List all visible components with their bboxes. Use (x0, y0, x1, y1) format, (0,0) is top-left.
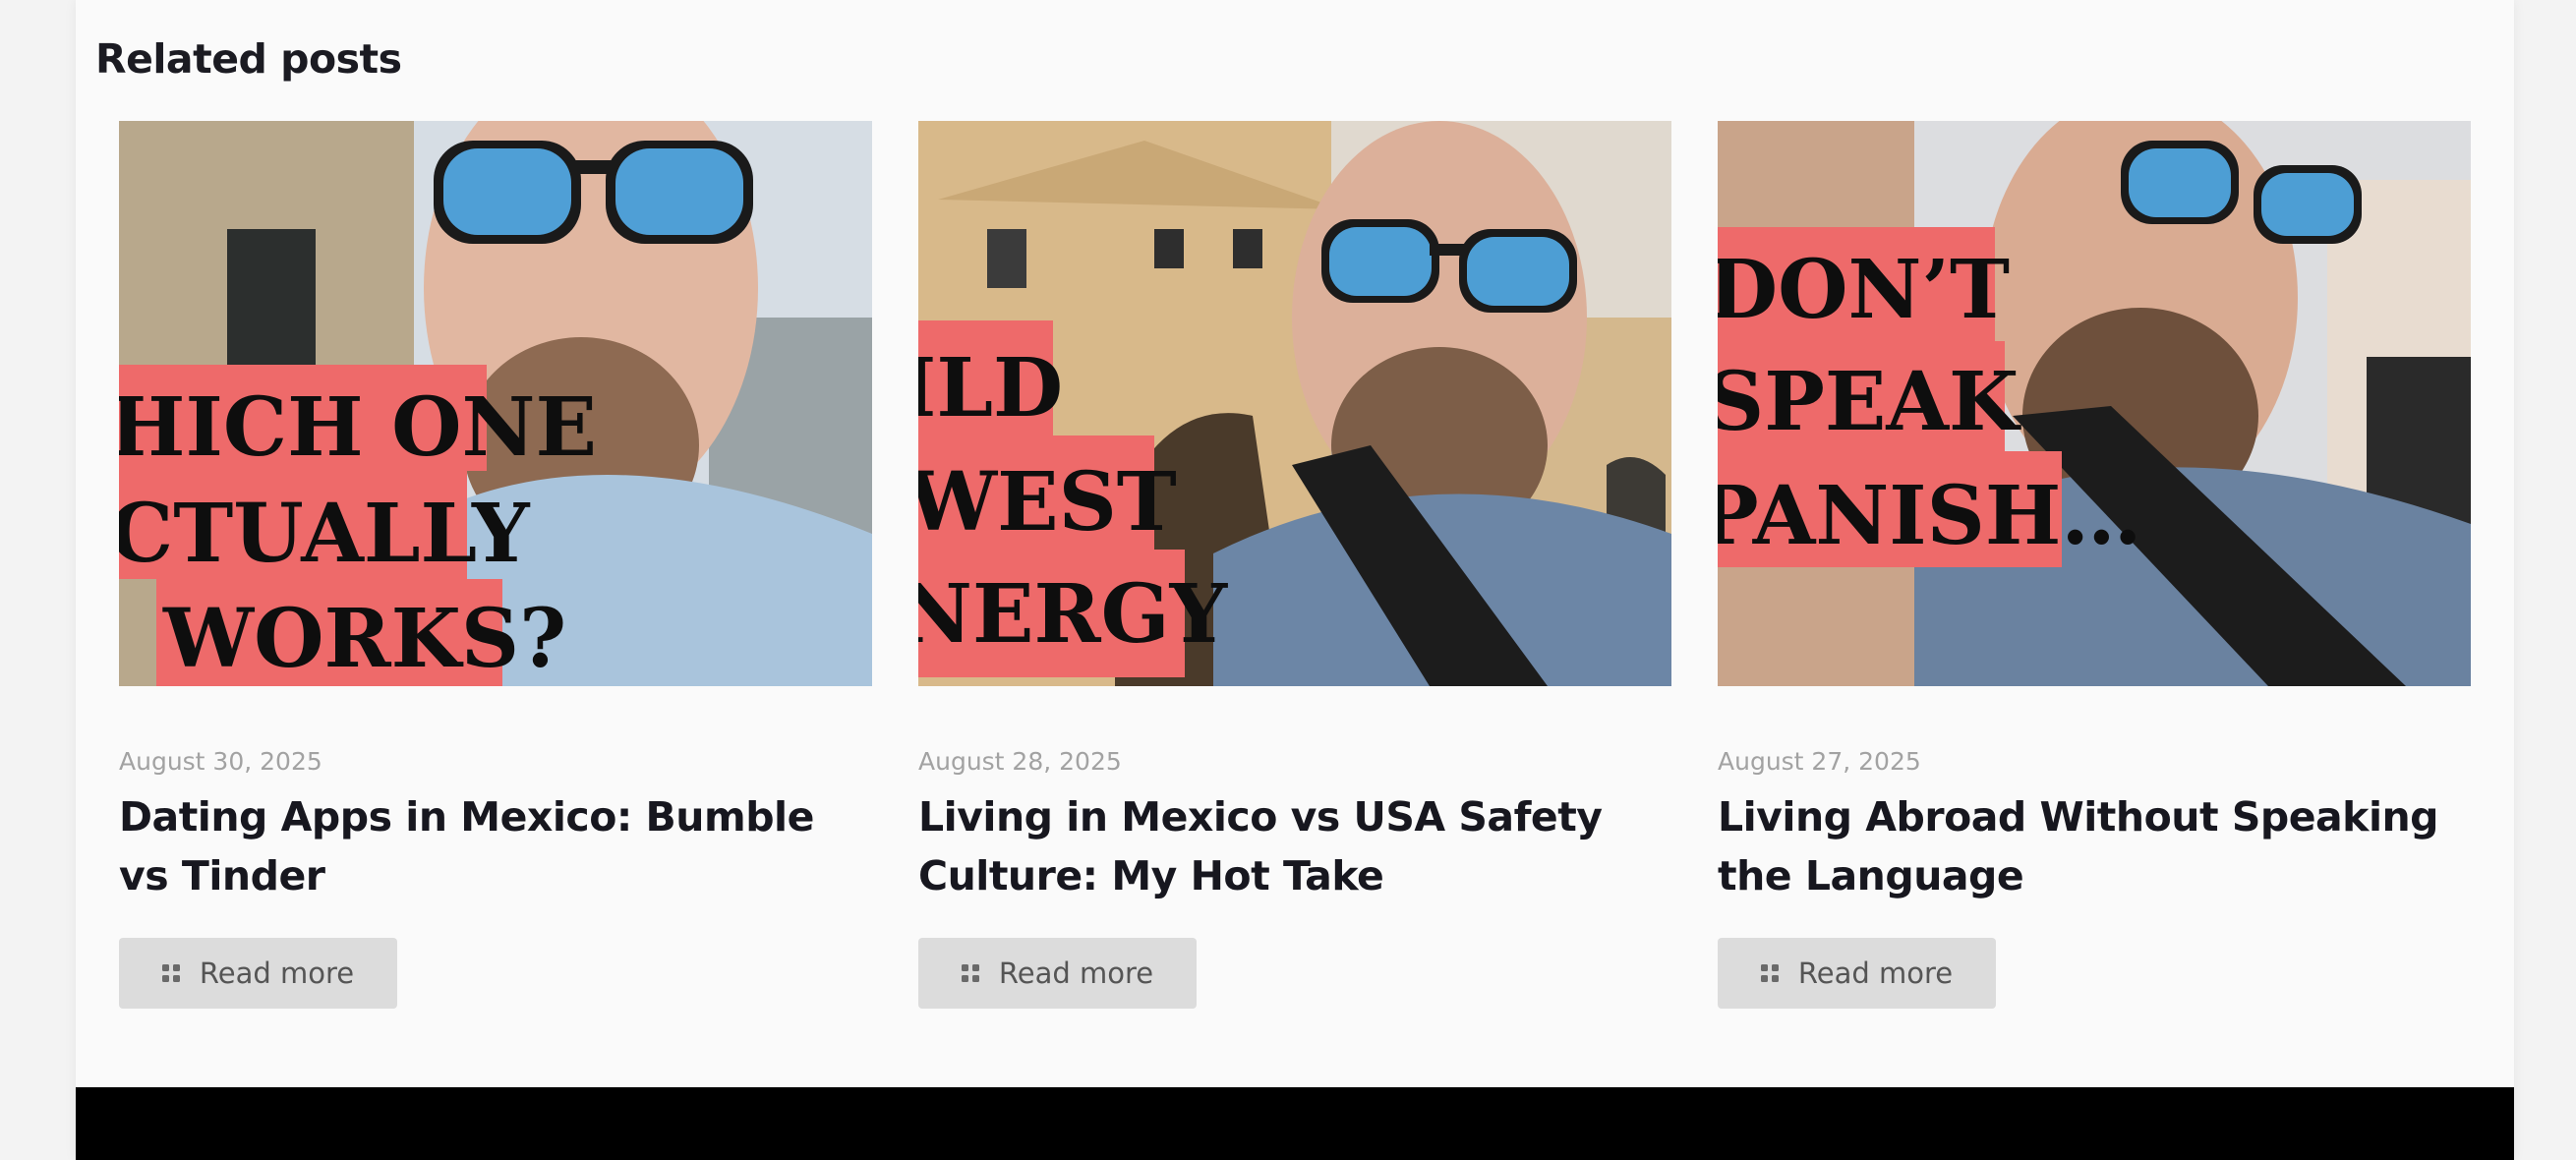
post-title[interactable]: Living in Mexico vs USA Safety Culture: … (918, 787, 1646, 905)
thumbnail-text-line: WEST (918, 455, 1177, 550)
post-card: ILD WEST NERGY August 28, 2025 Living in… (918, 121, 1671, 1009)
post-title[interactable]: Living Abroad Without Speaking the Langu… (1718, 787, 2445, 905)
thumbnail-text-line: ILD (918, 341, 1063, 435)
read-more-button[interactable]: Read more (119, 938, 397, 1009)
thumbnail-text-line: SPEAK (1718, 355, 2021, 449)
grid-icon (1760, 964, 1779, 982)
post-date: August 30, 2025 (119, 747, 322, 776)
post-card: HICH ONE CTUALLY WORKS? August 30, 2025 … (119, 121, 872, 1009)
thumbnail-text-line: HICH ONE (119, 380, 597, 475)
read-more-label: Read more (998, 957, 1154, 990)
post-thumbnail[interactable]: DON’T SPEAK PANISH… (1718, 121, 2471, 686)
post-date: August 27, 2025 (1718, 747, 1921, 776)
thumbnail-text-line: DON’T (1718, 243, 2010, 337)
post-thumbnail[interactable]: HICH ONE CTUALLY WORKS? (119, 121, 872, 686)
related-posts-section: Related posts HICH ONE CTUALLY WORKS? Au… (76, 0, 2514, 1160)
read-more-button[interactable]: Read more (1718, 938, 1996, 1009)
section-title: Related posts (95, 35, 402, 83)
read-more-label: Read more (199, 957, 355, 990)
thumbnail-text-line: PANISH… (1718, 469, 2141, 563)
thumbnail-text-line: CTUALLY (119, 487, 531, 581)
footer (76, 1087, 2514, 1160)
grid-icon (161, 964, 180, 982)
thumbnail-text-line: WORKS? (162, 592, 566, 686)
post-title[interactable]: Dating Apps in Mexico: Bumble vs Tinder (119, 787, 847, 905)
post-card: DON’T SPEAK PANISH… August 27, 2025 Livi… (1718, 121, 2471, 1009)
post-date: August 28, 2025 (918, 747, 1122, 776)
thumbnail-text-line: NERGY (918, 567, 1229, 662)
read-more-button[interactable]: Read more (918, 938, 1197, 1009)
post-thumbnail[interactable]: ILD WEST NERGY (918, 121, 1671, 686)
read-more-label: Read more (1797, 957, 1954, 990)
grid-icon (961, 964, 979, 982)
